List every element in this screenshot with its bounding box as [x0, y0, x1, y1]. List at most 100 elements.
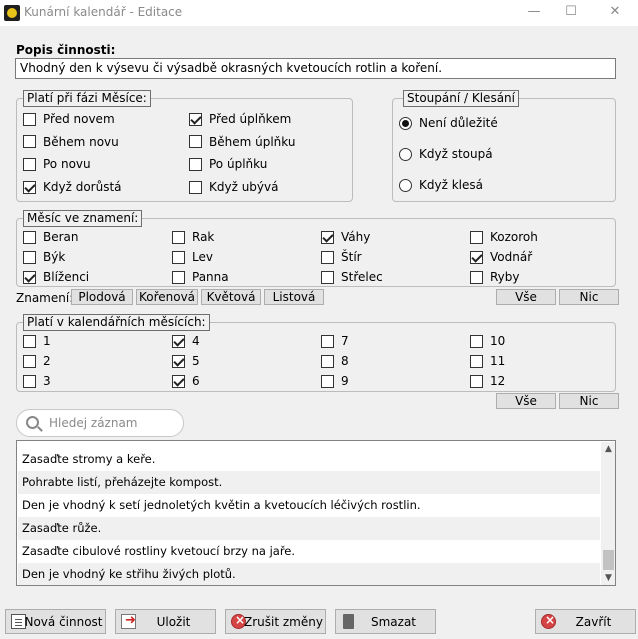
scroll-up-icon[interactable]: ▲ — [601, 442, 615, 456]
month-checkbox-11[interactable]: 12 — [470, 374, 505, 388]
close-button[interactable]: Zavřít — [535, 609, 636, 634]
months-all-button[interactable]: Vše — [496, 393, 556, 409]
records-list[interactable]: Zasaďte stromy a keře. Pohrabte listí, př… — [16, 440, 616, 586]
month-checkbox-10[interactable]: 11 — [470, 354, 505, 368]
month-checkbox-0[interactable]: 1 — [23, 334, 51, 348]
month-checkbox-3[interactable]: 4 — [172, 334, 200, 348]
phase-checkbox-4[interactable]: Před úplňkem — [189, 112, 291, 126]
zodiac-none-button[interactable]: Nic — [559, 289, 619, 305]
zodiac-all-button[interactable]: Vše — [496, 289, 556, 305]
month-checkbox-9[interactable]: 10 — [470, 334, 505, 348]
checkbox[interactable] — [470, 270, 483, 284]
list-item[interactable]: Zasaďte růže. — [18, 517, 600, 540]
phase-checkbox-6[interactable]: Po úplňku — [189, 157, 267, 171]
filter-listova-button[interactable]: Listová — [264, 289, 324, 305]
direction-radio-0[interactable]: Není důležité — [399, 116, 498, 130]
checkbox[interactable] — [470, 374, 483, 388]
month-checkbox-7[interactable]: 8 — [321, 354, 349, 368]
checkbox[interactable] — [23, 180, 36, 194]
checkbox[interactable] — [321, 250, 334, 264]
description-input[interactable]: Vhodný den k výsevu či výsadbě okrasných… — [15, 58, 616, 79]
zodiac-checkbox-0[interactable]: Beran — [23, 230, 79, 244]
month-checkbox-5[interactable]: 6 — [172, 374, 200, 388]
checkbox[interactable] — [23, 250, 36, 264]
save-button[interactable]: Uložit — [115, 609, 216, 634]
zodiac-checkbox-10[interactable]: Vodnář — [470, 250, 532, 264]
window-close-button[interactable]: ✕ — [605, 3, 625, 21]
checkbox[interactable] — [172, 334, 185, 348]
checkbox[interactable] — [23, 334, 36, 348]
phase-checkbox-0[interactable]: Před novem — [23, 112, 115, 126]
new-activity-button[interactable]: Nová činnost — [5, 609, 106, 634]
filter-kvetova-button[interactable]: Květová — [201, 289, 261, 305]
scroll-thumb[interactable] — [603, 550, 614, 570]
zodiac-checkbox-5[interactable]: Panna — [172, 270, 229, 284]
checkbox[interactable] — [470, 334, 483, 348]
checkbox[interactable] — [321, 270, 334, 284]
radio-button[interactable] — [399, 178, 412, 192]
checkbox[interactable] — [172, 250, 185, 264]
checkbox[interactable] — [470, 250, 483, 264]
checkbox[interactable] — [321, 374, 334, 388]
list-item[interactable]: Den je vhodný k setí jednoletých květin … — [18, 494, 600, 517]
zodiac-checkbox-4[interactable]: Lev — [172, 250, 213, 264]
checkbox[interactable] — [321, 354, 334, 368]
zodiac-checkbox-7[interactable]: Štír — [321, 250, 362, 264]
phase-checkbox-7[interactable]: Když ubývá — [189, 180, 278, 194]
direction-radio-2[interactable]: Když klesá — [399, 178, 483, 192]
month-checkbox-1[interactable]: 2 — [23, 354, 51, 368]
filter-korenova-button[interactable]: Kořenová — [136, 289, 198, 305]
phase-checkbox-1[interactable]: Během novu — [23, 135, 119, 149]
checkbox[interactable] — [23, 374, 36, 388]
checkbox[interactable] — [189, 112, 202, 126]
checkbox[interactable] — [23, 230, 36, 244]
phase-checkbox-5[interactable]: Během úplňku — [189, 135, 295, 149]
phase-checkbox-3[interactable]: Když dorůstá — [23, 180, 122, 194]
zodiac-checkbox-6[interactable]: Váhy — [321, 230, 370, 244]
zodiac-checkbox-8[interactable]: Střelec — [321, 270, 383, 284]
phase-checkbox-2[interactable]: Po novu — [23, 157, 91, 171]
checkbox[interactable] — [172, 230, 185, 244]
checkbox[interactable] — [172, 270, 185, 284]
checkbox[interactable] — [172, 354, 185, 368]
radio-button[interactable] — [399, 116, 412, 130]
month-checkbox-8[interactable]: 9 — [321, 374, 349, 388]
delete-button[interactable]: Smazat — [335, 609, 436, 634]
scroll-down-icon[interactable]: ▼ — [601, 571, 615, 585]
list-item[interactable]: Zasaďte cibulové rostliny kvetoucí brzy … — [18, 540, 600, 563]
checkbox[interactable] — [23, 354, 36, 368]
zodiac-checkbox-11[interactable]: Ryby — [470, 270, 520, 284]
checkbox[interactable] — [23, 112, 36, 126]
checkbox[interactable] — [23, 270, 36, 284]
checkbox[interactable] — [23, 157, 36, 171]
checkbox[interactable] — [321, 334, 334, 348]
month-checkbox-4[interactable]: 5 — [172, 354, 200, 368]
checkbox[interactable] — [172, 374, 185, 388]
maximize-button[interactable]: ☐ — [561, 3, 581, 21]
list-item[interactable]: Pohrabte listí, přeházejte kompost. — [18, 471, 600, 494]
checkbox[interactable] — [321, 230, 334, 244]
zodiac-checkbox-1[interactable]: Býk — [23, 250, 65, 264]
month-checkbox-6[interactable]: 7 — [321, 334, 349, 348]
checkbox[interactable] — [189, 180, 202, 194]
checkbox[interactable] — [23, 135, 36, 149]
cancel-changes-button[interactable]: Zrušit změny — [225, 609, 326, 634]
zodiac-checkbox-9[interactable]: Kozoroh — [470, 230, 538, 244]
month-checkbox-2[interactable]: 3 — [23, 374, 51, 388]
zodiac-checkbox-2[interactable]: Blíženci — [23, 270, 89, 284]
zodiac-checkbox-3[interactable]: Rak — [172, 230, 214, 244]
filter-plodova-button[interactable]: Plodová — [71, 289, 133, 305]
radio-button[interactable] — [399, 147, 412, 161]
months-none-button[interactable]: Nic — [559, 393, 619, 409]
direction-radio-1[interactable]: Když stoupá — [399, 147, 493, 161]
checkbox[interactable] — [470, 230, 483, 244]
search-input[interactable]: Hledej záznam — [16, 409, 184, 437]
checkbox[interactable] — [189, 135, 202, 149]
checkbox[interactable] — [470, 354, 483, 368]
minimize-button[interactable]: — — [524, 3, 544, 21]
list-item[interactable]: Zasaďte stromy a keře. — [18, 448, 600, 471]
list-item[interactable]: Den je vhodný ke střihu živých plotů. — [18, 563, 600, 585]
checkbox[interactable] — [189, 157, 202, 171]
zodiac-checkbox-label: Váhy — [341, 230, 371, 244]
records-scrollbar[interactable]: ▲ ▼ — [601, 442, 615, 585]
